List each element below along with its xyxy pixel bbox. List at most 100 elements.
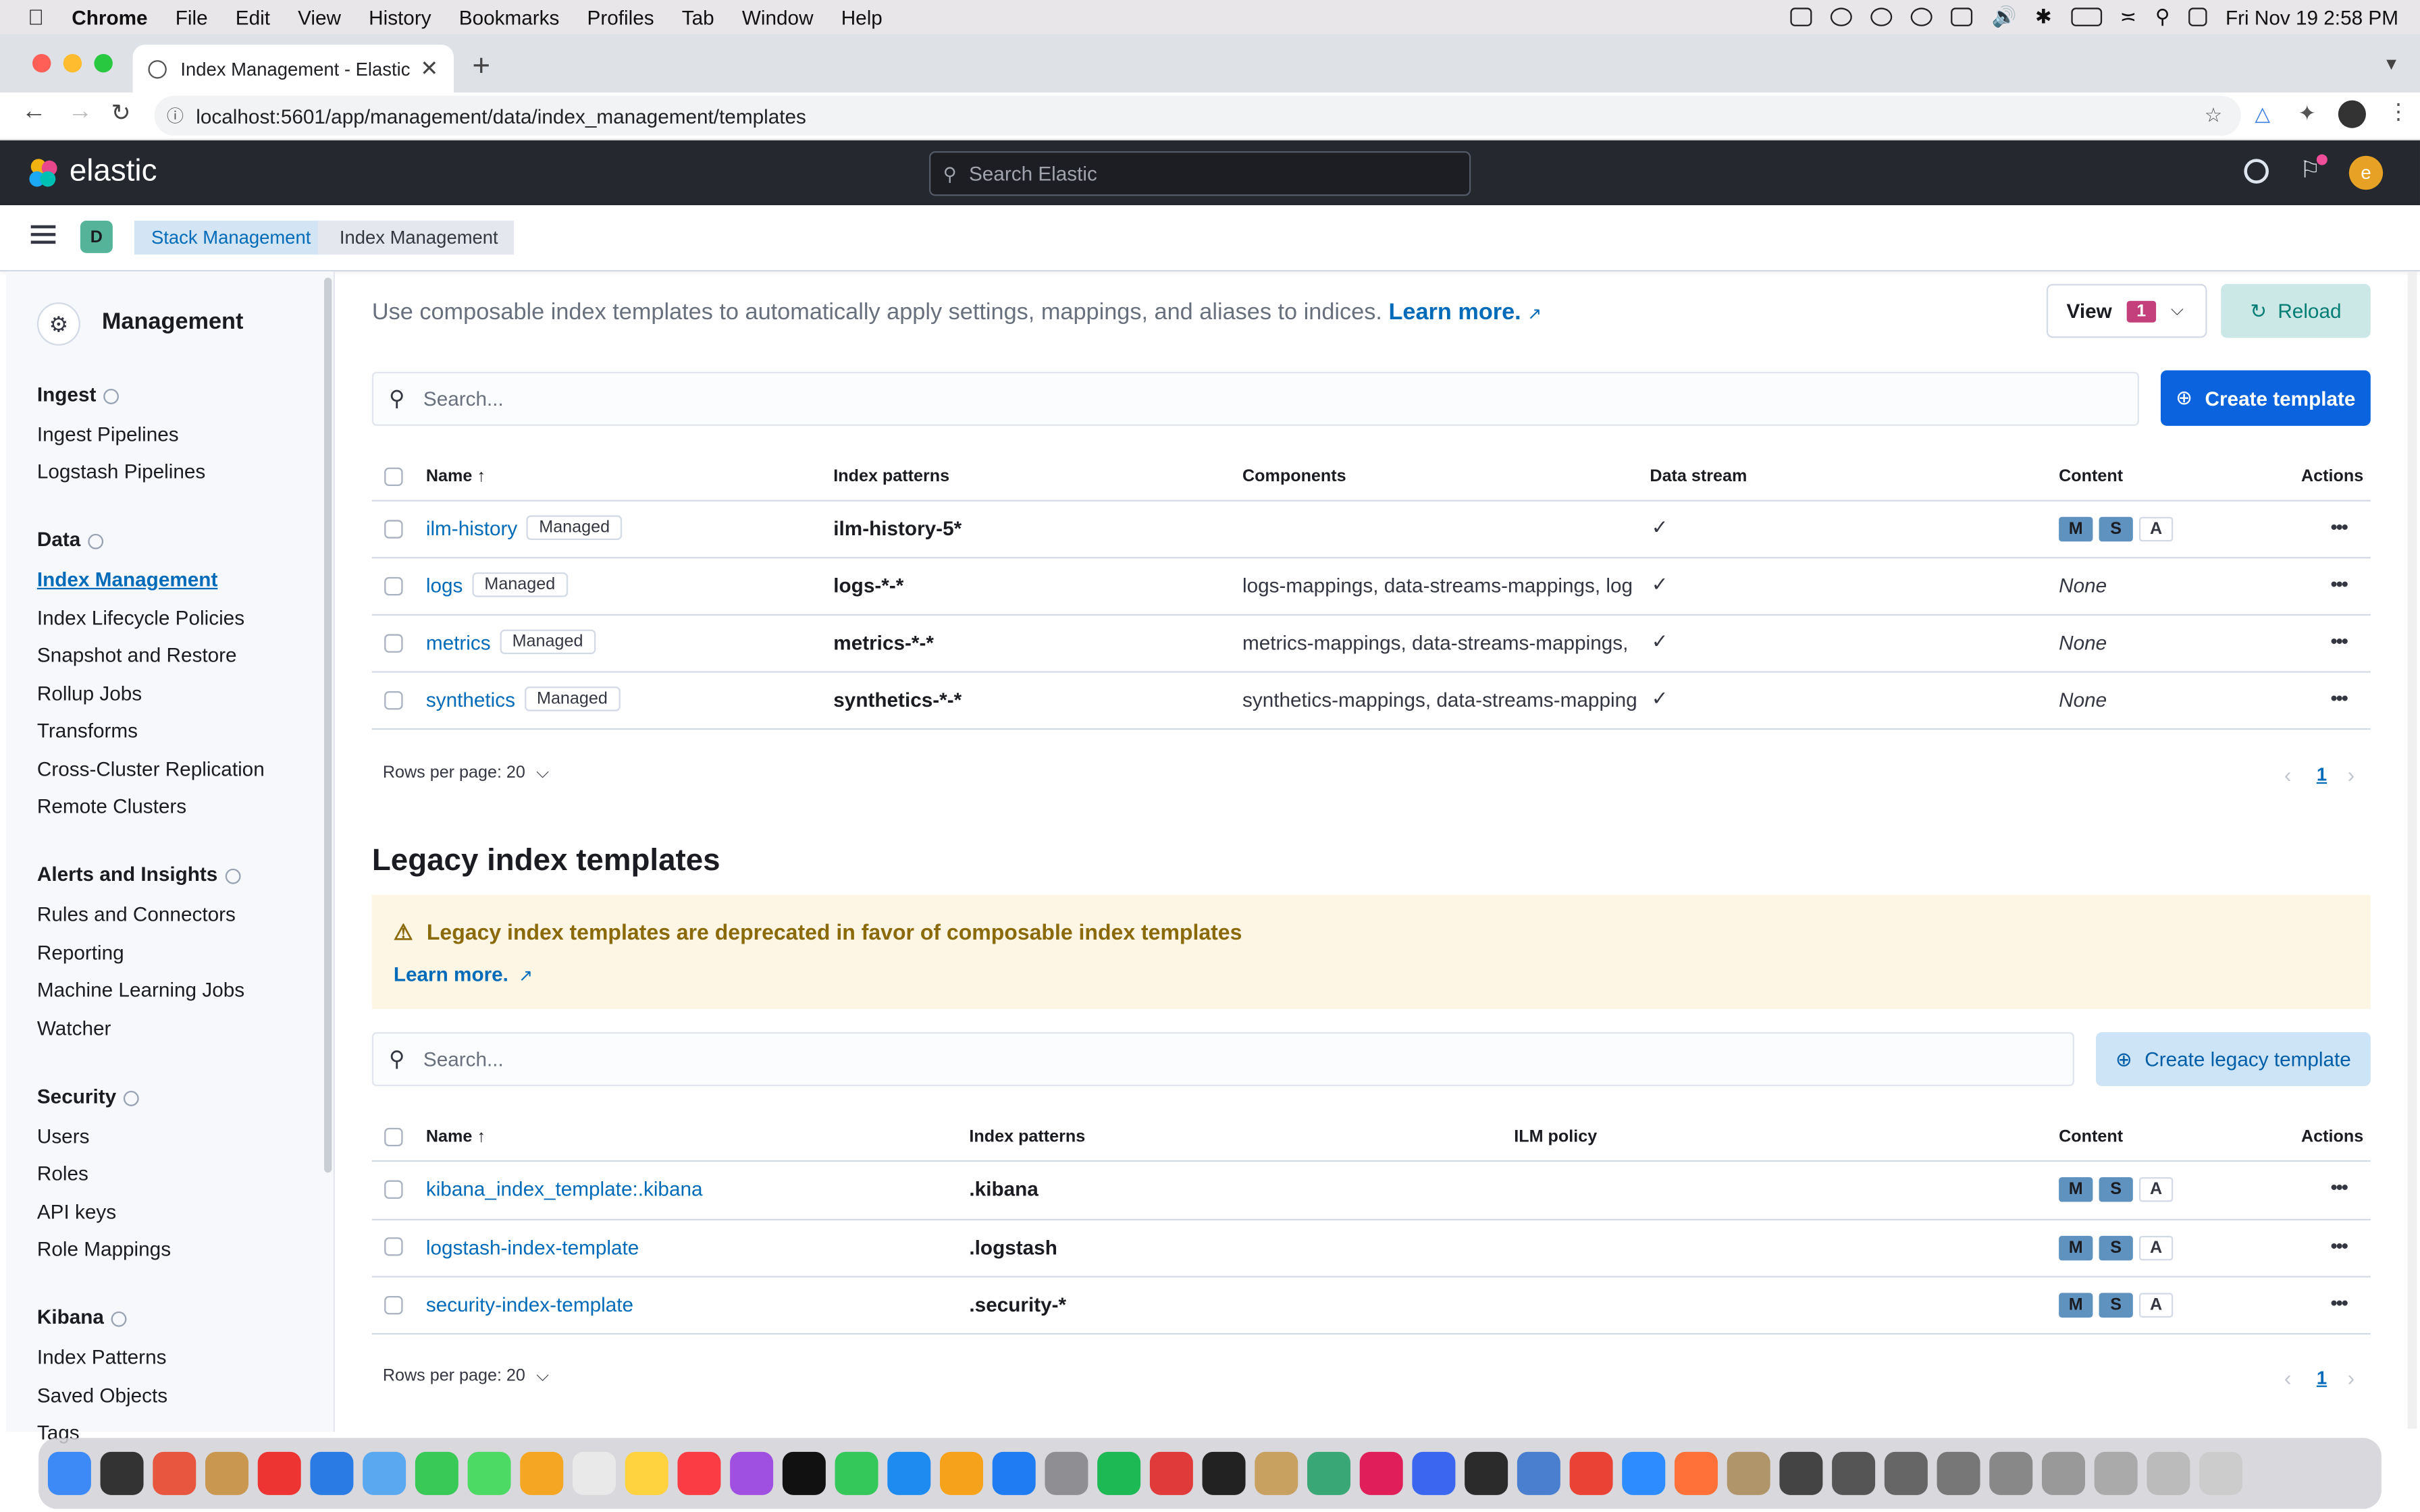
dock-app-icon[interactable] bbox=[2199, 1451, 2243, 1495]
wifi-icon[interactable]: ≍ bbox=[2120, 5, 2137, 30]
dock-app-icon[interactable] bbox=[939, 1451, 983, 1495]
nav-item-api-keys[interactable]: API keys bbox=[37, 1200, 116, 1223]
reload-button[interactable]: ↻ Reload bbox=[2221, 284, 2371, 338]
nav-item-role-mappings[interactable]: Role Mappings bbox=[37, 1237, 171, 1260]
dock-app-icon[interactable] bbox=[1412, 1451, 1456, 1495]
dock-app-icon[interactable] bbox=[1045, 1451, 1088, 1495]
bluetooth-icon[interactable]: ✱ bbox=[2035, 5, 2052, 30]
dock-app-icon[interactable] bbox=[625, 1451, 668, 1495]
dock-app-icon[interactable] bbox=[1465, 1451, 1508, 1495]
menu-history[interactable]: History bbox=[369, 5, 431, 28]
breadcrumb-stack-management[interactable]: Stack Management bbox=[134, 220, 330, 255]
nav-item-users[interactable]: Users bbox=[37, 1125, 90, 1148]
tab-close-icon[interactable]: ✕ bbox=[420, 55, 438, 82]
legacy-template-name-link[interactable]: kibana_index_template:.kibana bbox=[426, 1177, 703, 1200]
nav-item-cross-cluster-replication[interactable]: Cross-Cluster Replication bbox=[37, 757, 265, 780]
legacy-column-name-label[interactable]: Name bbox=[426, 1128, 472, 1146]
site-info-icon[interactable]: ⓘ bbox=[167, 103, 184, 128]
row-actions-icon[interactable]: ••• bbox=[2330, 1176, 2348, 1199]
legacy-search-input[interactable]: ⚲ Search... bbox=[371, 1032, 2074, 1087]
dock-app-icon[interactable] bbox=[1832, 1451, 1876, 1495]
help-icon[interactable] bbox=[2244, 159, 2269, 184]
dock-app-icon[interactable] bbox=[2094, 1451, 2138, 1495]
nav-item-logstash-pipelines[interactable]: Logstash Pipelines bbox=[37, 460, 205, 483]
nav-item-index-patterns[interactable]: Index Patterns bbox=[37, 1345, 167, 1368]
menu-tab[interactable]: Tab bbox=[682, 5, 714, 28]
grammarly-status-icon[interactable] bbox=[1831, 7, 1853, 26]
elastic-logo-text[interactable]: elastic bbox=[70, 155, 157, 190]
menu-profiles[interactable]: Profiles bbox=[587, 5, 654, 28]
dock-app-icon[interactable] bbox=[363, 1451, 406, 1495]
sidenav-scrollbar[interactable] bbox=[323, 277, 332, 1173]
row-checkbox[interactable] bbox=[384, 576, 403, 596]
zoom-window-button[interactable] bbox=[94, 53, 113, 73]
row-checkbox[interactable] bbox=[384, 1295, 403, 1315]
menu-window[interactable]: Window bbox=[742, 5, 814, 28]
menu-help[interactable]: Help bbox=[841, 5, 883, 28]
elastic-logo-icon[interactable] bbox=[26, 156, 60, 190]
address-bar[interactable]: ⓘ localhost:5601/app/management/data/ind… bbox=[154, 95, 2241, 136]
dock-app-icon[interactable] bbox=[1727, 1451, 1770, 1495]
menu-view[interactable]: View bbox=[298, 5, 341, 28]
menu-app-name[interactable]: Chrome bbox=[72, 5, 147, 28]
dock-app-icon[interactable] bbox=[1359, 1451, 1403, 1495]
row-actions-icon[interactable]: ••• bbox=[2330, 686, 2348, 709]
template-name-link[interactable]: ilm-history bbox=[426, 516, 517, 539]
page-scrollbar[interactable] bbox=[2407, 271, 2417, 1429]
tab-search-icon[interactable]: ▼ bbox=[2383, 55, 2400, 74]
nav-item-index-management[interactable]: Index Management bbox=[37, 568, 217, 591]
dock-app-icon[interactable] bbox=[730, 1451, 774, 1495]
dock-app-icon[interactable] bbox=[1937, 1451, 1980, 1495]
nav-item-saved-objects[interactable]: Saved Objects bbox=[37, 1384, 167, 1407]
hamburger-menu-icon[interactable] bbox=[30, 225, 56, 244]
next-page-icon[interactable]: › bbox=[2348, 1366, 2355, 1390]
dock-app-icon[interactable] bbox=[100, 1451, 144, 1495]
page-number[interactable]: 1 bbox=[2317, 763, 2327, 785]
create-legacy-template-button[interactable]: ⊕ Create legacy template bbox=[2095, 1032, 2371, 1087]
dock-app-icon[interactable] bbox=[2041, 1451, 2085, 1495]
breadcrumb-stack-management-label[interactable]: Stack Management bbox=[151, 227, 311, 248]
external-link-icon[interactable]: ↗ bbox=[1527, 306, 1542, 324]
external-link-icon[interactable]: ↗ bbox=[519, 967, 533, 986]
dock-app-icon[interactable] bbox=[835, 1451, 878, 1495]
extensions-puzzle-icon[interactable]: ✦ bbox=[2298, 101, 2316, 127]
battery-icon[interactable] bbox=[2070, 7, 2102, 26]
rows-per-page-button[interactable]: Rows per page: 20 ⌵ bbox=[383, 763, 549, 784]
row-actions-icon[interactable]: ••• bbox=[2330, 572, 2348, 595]
nav-item-index-lifecycle-policies[interactable]: Index Lifecycle Policies bbox=[37, 606, 244, 629]
prev-page-icon[interactable]: ‹ bbox=[2284, 762, 2292, 787]
column-header-name[interactable]: Name ↑ bbox=[426, 468, 485, 486]
nav-item-remote-clusters[interactable]: Remote Clusters bbox=[37, 794, 186, 817]
dock-app-icon[interactable] bbox=[1202, 1451, 1246, 1495]
nav-item-rules-and-connectors[interactable]: Rules and Connectors bbox=[37, 902, 236, 925]
legacy-template-name-link[interactable]: security-index-template bbox=[426, 1293, 633, 1316]
next-page-icon[interactable]: › bbox=[2348, 762, 2355, 787]
nav-item-reporting[interactable]: Reporting bbox=[37, 941, 124, 964]
volume-icon[interactable]: 🔊 bbox=[1992, 5, 2017, 30]
dock-app-icon[interactable] bbox=[2147, 1451, 2190, 1495]
row-actions-icon[interactable]: ••• bbox=[2330, 1291, 2348, 1314]
reload-page-icon[interactable]: ↻ bbox=[111, 99, 131, 127]
nav-item-roles[interactable]: Roles bbox=[37, 1162, 88, 1185]
dock-app-icon[interactable] bbox=[572, 1451, 616, 1495]
template-name-link[interactable]: synthetics bbox=[426, 687, 515, 710]
info-status-icon[interactable] bbox=[1911, 7, 1933, 26]
play-status-icon[interactable] bbox=[1871, 7, 1893, 26]
create-template-button[interactable]: ⊕ Create template bbox=[2160, 370, 2371, 426]
url-text[interactable]: localhost:5601/app/management/data/index… bbox=[196, 104, 806, 127]
new-tab-icon[interactable]: + bbox=[472, 49, 490, 85]
dock-app-icon[interactable] bbox=[1307, 1451, 1350, 1495]
minimize-window-button[interactable] bbox=[63, 53, 82, 73]
dock-app-icon[interactable] bbox=[47, 1451, 91, 1495]
dock-app-icon[interactable] bbox=[887, 1451, 931, 1495]
dock-app-icon[interactable] bbox=[1569, 1451, 1613, 1495]
display-status-icon[interactable] bbox=[1951, 7, 1974, 26]
dock-app-icon[interactable] bbox=[1989, 1451, 2033, 1495]
row-actions-icon[interactable]: ••• bbox=[2330, 515, 2348, 538]
template-name-link[interactable]: metrics bbox=[426, 630, 491, 653]
composable-search-input[interactable]: ⚲ Search... bbox=[371, 371, 2139, 426]
menu-bookmarks[interactable]: Bookmarks bbox=[459, 5, 560, 28]
view-button[interactable]: View 1 ⌵ bbox=[2046, 284, 2207, 338]
forward-icon[interactable]: → bbox=[68, 99, 93, 126]
menu-file[interactable]: File bbox=[176, 5, 208, 28]
